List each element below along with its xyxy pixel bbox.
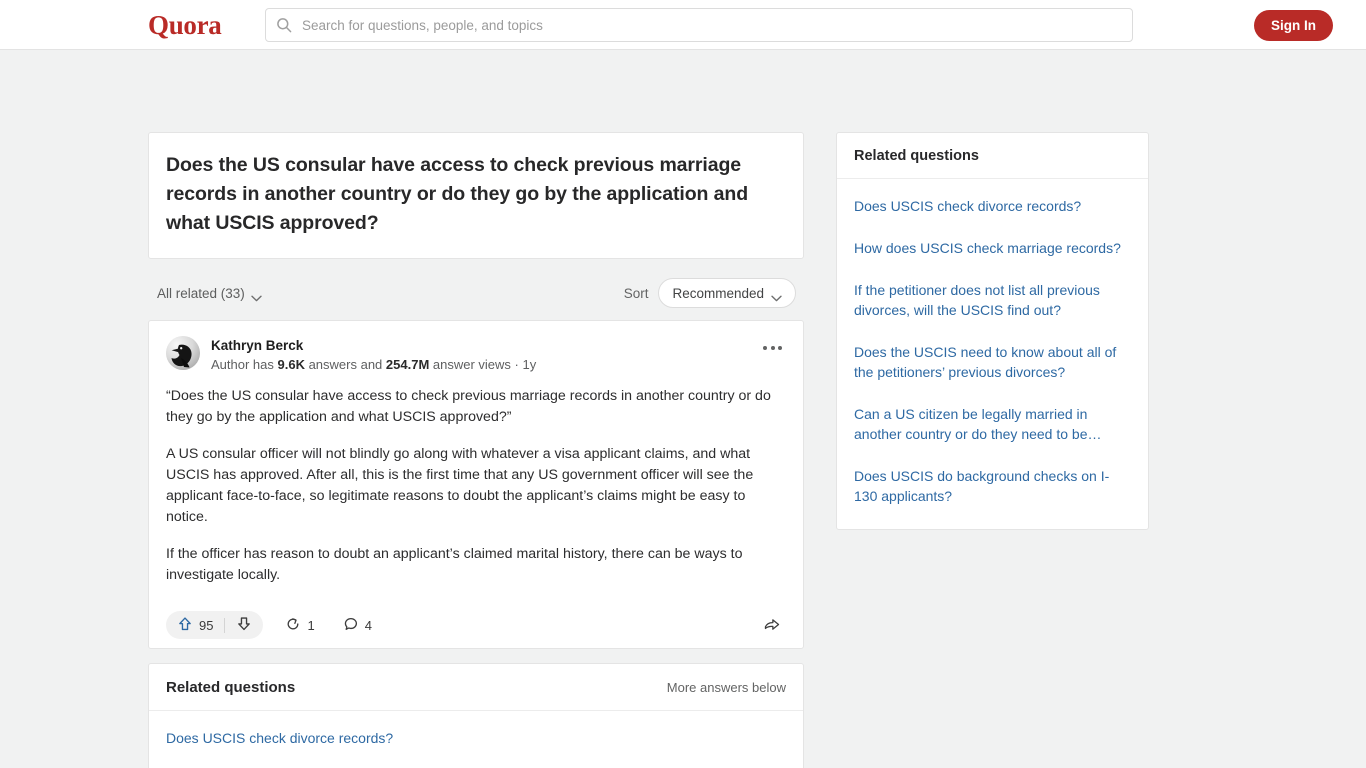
comment-bubble-icon xyxy=(343,616,359,635)
answers-count: 9.6K xyxy=(277,357,305,372)
upvote-arrow-icon xyxy=(177,616,193,635)
chevron-down-icon xyxy=(251,290,262,301)
sort-dropdown[interactable]: Recommended xyxy=(658,278,796,308)
share-arrow-icon xyxy=(763,619,781,638)
page-body: Does the US consular have access to chec… xyxy=(0,50,1366,768)
related-questions-title: Related questions xyxy=(166,679,296,696)
sidebar-item-question[interactable]: Does USCIS check divorce records? xyxy=(854,185,1131,227)
share-button[interactable] xyxy=(760,613,784,642)
more-answers-below-label[interactable]: More answers below xyxy=(667,680,786,695)
related-questions-list: Does USCIS check divorce records? How do… xyxy=(149,711,803,768)
sidebar-item-question[interactable]: Does USCIS do background checks on I-130… xyxy=(854,455,1131,517)
search-bar[interactable] xyxy=(265,8,1133,42)
answer-paragraph: “Does the US consular have access to che… xyxy=(166,388,771,425)
author-row: Kathryn Berck Author has 9.6K answers an… xyxy=(166,336,786,374)
upvote-count: 95 xyxy=(199,617,214,633)
sign-in-button[interactable]: Sign In xyxy=(1254,10,1333,41)
related-question-link[interactable]: How does USCIS check marriage records? xyxy=(166,761,786,768)
sort-label: Sort xyxy=(623,285,649,301)
sidebar-related-questions-card: Related questions Does USCIS check divor… xyxy=(836,132,1149,530)
sidebar-item-question[interactable]: How does USCIS check marriage records? xyxy=(854,227,1131,269)
author-name[interactable]: Kathryn Berck xyxy=(211,337,536,354)
avatar[interactable] xyxy=(166,336,200,370)
sidebar-item-question[interactable]: Can a US citizen be legally married in a… xyxy=(854,393,1131,455)
views-count: 254.7M xyxy=(385,357,430,372)
credential-prefix: Author has xyxy=(211,357,278,372)
all-related-label: All related (33) xyxy=(157,285,245,301)
downvote-arrow-icon xyxy=(236,616,252,635)
credential-middle: answers and xyxy=(304,357,386,372)
related-questions-header: Related questions More answers below xyxy=(149,664,803,711)
question-card: Does the US consular have access to chec… xyxy=(148,132,804,259)
answer-card: Kathryn Berck Author has 9.6K answers an… xyxy=(148,320,804,649)
chevron-down-icon xyxy=(771,290,782,301)
answer-time: 1y xyxy=(522,357,537,372)
sidebar-item-question[interactable]: Does the USCIS need to know about all of… xyxy=(854,331,1131,393)
related-question-link[interactable]: Does USCIS check divorce records? xyxy=(166,715,786,761)
all-related-dropdown[interactable]: All related (33) xyxy=(157,286,262,301)
vote-group: 95 xyxy=(166,611,264,639)
sidebar-column: Related questions Does USCIS check divor… xyxy=(836,132,1149,530)
author-meta: Kathryn Berck Author has 9.6K answers an… xyxy=(211,336,536,374)
sort-value: Recommended xyxy=(672,285,764,301)
answer-body: “Does the US consular have access to che… xyxy=(166,386,786,586)
answer-action-bar: 95 1 4 xyxy=(166,602,786,648)
repost-button[interactable]: 1 xyxy=(279,612,320,639)
more-options-icon[interactable] xyxy=(759,342,786,354)
sort-group: Sort Recommended xyxy=(624,278,796,308)
quora-logo[interactable]: Quora xyxy=(148,10,222,41)
sidebar-title: Related questions xyxy=(837,133,1148,179)
meta-separator: · xyxy=(514,357,519,372)
search-input[interactable] xyxy=(300,16,1122,34)
downvote-button[interactable] xyxy=(225,611,263,639)
repost-icon xyxy=(285,616,301,635)
upvote-button[interactable]: 95 xyxy=(166,611,224,639)
site-header: Quora Sign In xyxy=(0,0,1366,50)
search-icon xyxy=(276,17,292,33)
sidebar-links-list: Does USCIS check divorce records? How do… xyxy=(837,179,1148,529)
credential-suffix: answer views xyxy=(429,357,511,372)
repost-count: 1 xyxy=(307,617,315,633)
comment-button[interactable]: 4 xyxy=(337,612,378,639)
page-title: Does the US consular have access to chec… xyxy=(166,154,749,234)
sidebar-item-question[interactable]: If the petitioner does not list all prev… xyxy=(854,269,1131,331)
filter-sort-row: All related (33) Sort Recommended xyxy=(148,276,804,310)
comment-count: 4 xyxy=(364,617,372,633)
author-credential: Author has 9.6K answers and 254.7M answe… xyxy=(211,356,536,374)
main-column: Does the US consular have access to chec… xyxy=(148,132,804,768)
answer-paragraph: If the officer has reason to doubt an ap… xyxy=(166,546,743,583)
related-questions-card: Related questions More answers below Doe… xyxy=(148,663,804,768)
crow-avatar-icon xyxy=(166,336,200,370)
answer-paragraph: A US consular officer will not blindly g… xyxy=(166,446,754,525)
